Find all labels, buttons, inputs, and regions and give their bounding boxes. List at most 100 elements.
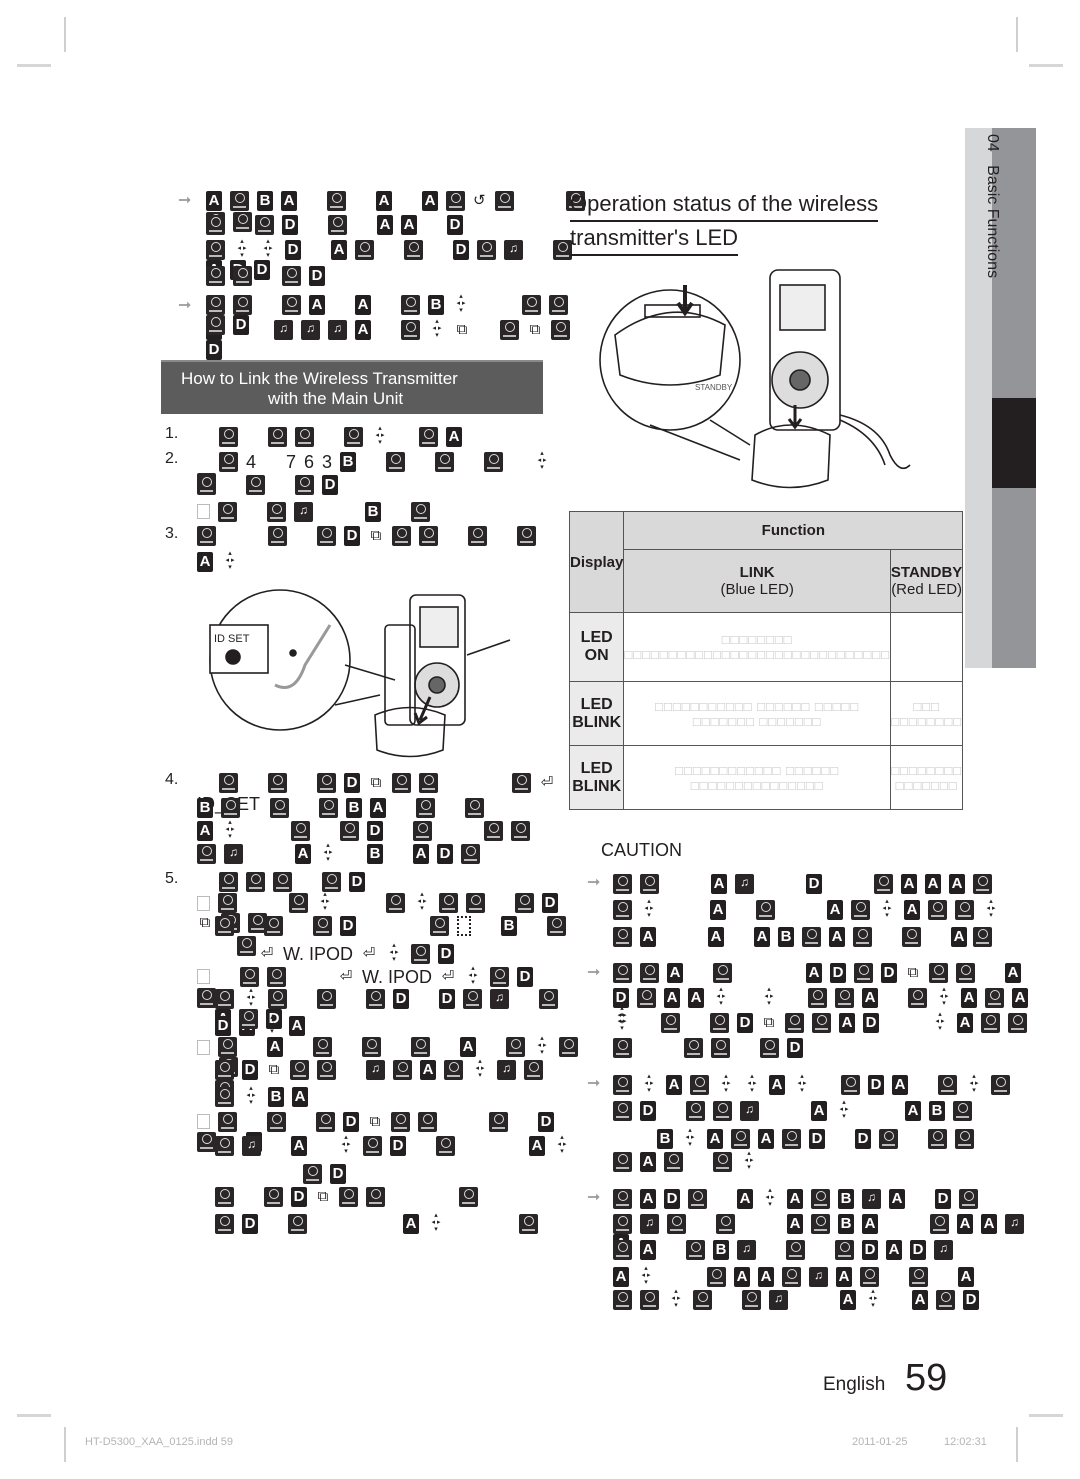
disc-icon: [811, 1213, 830, 1234]
direction-arrows-icon: [259, 238, 277, 259]
direction-arrows-icon: [427, 1212, 445, 1233]
music-note-icon: ♫: [274, 320, 293, 340]
disc-icon: [219, 427, 238, 447]
letter-glyph: A: [401, 214, 417, 235]
text-line: D⧉⏎ID_SET: [197, 773, 585, 814]
letter-glyph: A: [839, 1012, 855, 1033]
disc-icon: [268, 427, 287, 447]
disc-icon: [416, 797, 435, 818]
link-steps-4-5: 4.D⧉⏎ID_SETBBAAD♫ABAD5.DD⧉DB⏎W. IPOD⏎D⏎W…: [165, 770, 585, 1239]
letter-glyph: A: [197, 820, 213, 841]
letter-glyph: B: [346, 797, 362, 818]
disc-icon: [511, 820, 530, 841]
disc-icon: [613, 1240, 632, 1260]
disc-icon: [411, 1037, 430, 1057]
disc-icon: [782, 1129, 801, 1149]
disc-icon: [221, 797, 240, 818]
letter-glyph: D: [438, 944, 455, 964]
letter-glyph: A: [355, 320, 371, 340]
music-note-icon: ♫: [735, 873, 754, 894]
disc-icon: [489, 1111, 508, 1132]
disc-icon: [959, 1188, 978, 1209]
return-icon: ↺: [473, 192, 486, 209]
screen-icon: ⧉: [456, 321, 468, 338]
letter-glyph: A: [376, 191, 392, 211]
disc-icon: [317, 525, 336, 546]
letter-glyph: A: [664, 988, 680, 1008]
letter-glyph: B: [778, 926, 794, 947]
caution-heading: CAUTION: [601, 840, 682, 860]
music-note-icon: ♫: [497, 1060, 516, 1080]
letter-glyph: A: [370, 797, 386, 818]
disc-icon: [197, 987, 216, 1008]
disc-icon: [291, 820, 310, 841]
caution-notes: ➞A♫DAAAAAAAAABAA➞AADD⧉ADAAAAAD⧉ADAD➞AADA…: [587, 872, 1047, 1325]
direction-arrows-icon: [681, 1127, 699, 1148]
letter-glyph: A: [912, 1289, 928, 1310]
top-notes: ➞ABAAA↺DAADDAD♫ADDD➞AABDA♫♫♫A⧉⧉D: [178, 190, 598, 360]
language-label: English: [823, 1374, 886, 1395]
inline-text: W. IPOD: [362, 966, 433, 987]
disc-icon: [640, 963, 659, 983]
disc-icon: [524, 1060, 543, 1080]
disc-icon: [547, 916, 566, 936]
letter-glyph: D: [330, 1164, 346, 1184]
header-function: Function: [623, 511, 964, 550]
caution-note: ➞AADD⧉ADAAAAAD⧉ADAD: [587, 962, 1047, 1064]
table-row: LED ON □□□□□□□□ □□□□□□□□□□□□□□□□□□□□□□□□…: [568, 612, 964, 682]
footer-time: 12:02:31: [944, 1436, 987, 1448]
direction-arrows-icon: [637, 1265, 655, 1286]
disc-icon: [366, 989, 385, 1009]
direction-arrows-icon: [337, 1134, 355, 1155]
direction-arrows-icon: [319, 842, 337, 863]
letter-glyph: A: [667, 963, 683, 983]
letter-glyph: A: [613, 1266, 629, 1287]
letter-glyph: A: [289, 1015, 305, 1036]
text-line: D⧉DA: [197, 1111, 585, 1152]
disc-icon: [303, 1164, 322, 1184]
disc-icon: [317, 1060, 336, 1080]
disc-icon: [418, 1111, 437, 1132]
note-arrow-icon: ➞: [587, 1189, 601, 1206]
sub-bullet: D⧉DB⏎W. IPOD⏎D: [165, 891, 585, 966]
digit-text: 4: [246, 451, 257, 472]
disc-icon: [812, 1012, 831, 1033]
step-item: 1. A: [165, 424, 565, 449]
disc-icon: [928, 900, 947, 920]
letter-glyph: B: [257, 191, 273, 211]
letter-glyph: D: [737, 1012, 753, 1033]
table-row: LED BLINK □□□□□□□□□□□□ □□□□□□ □□□□□□□□□□…: [568, 745, 964, 810]
letter-glyph: A: [309, 295, 325, 315]
text-line: D⧉: [197, 891, 585, 933]
link-section-title-line1: How to Link the Wireless Transmitter: [181, 369, 458, 388]
step-number: 1.: [165, 425, 179, 442]
disc-icon: [317, 989, 336, 1009]
direction-arrows-icon: [221, 819, 239, 840]
direction-arrows-icon: [242, 1085, 260, 1106]
disc-icon: [215, 1213, 234, 1234]
disc-icon: [328, 214, 347, 235]
letter-glyph: A: [1012, 988, 1028, 1008]
disc-icon: [463, 989, 482, 1009]
disc-icon: [688, 1188, 707, 1209]
letter-glyph: A: [710, 900, 726, 920]
letter-glyph: A: [403, 1213, 419, 1234]
step-number: 2.: [165, 449, 179, 467]
disc-icon: [355, 239, 374, 260]
disc-icon: [690, 1074, 709, 1095]
letter-glyph: D: [910, 1240, 926, 1260]
caution-note: ➞ADAAB♫AD♫ABAAA♫AAB♫DAD♫AAA♫AA♫AAD: [587, 1187, 1047, 1315]
disc-icon: [835, 988, 854, 1008]
music-note-icon: ♫: [224, 843, 243, 864]
disc-icon: [461, 843, 480, 864]
letter-glyph: A: [640, 1188, 656, 1209]
music-note-icon: ♫: [1005, 1213, 1024, 1234]
text-line: AAABAA: [613, 925, 973, 948]
letter-glyph: D: [868, 1074, 884, 1095]
disc-icon: [785, 1012, 804, 1033]
letter-glyph: D: [447, 214, 463, 235]
crop-mark: [17, 1414, 51, 1417]
text-line: D⧉: [197, 524, 542, 547]
note-arrow-icon: ➞: [587, 874, 601, 891]
letter-glyph: A: [640, 1240, 656, 1260]
